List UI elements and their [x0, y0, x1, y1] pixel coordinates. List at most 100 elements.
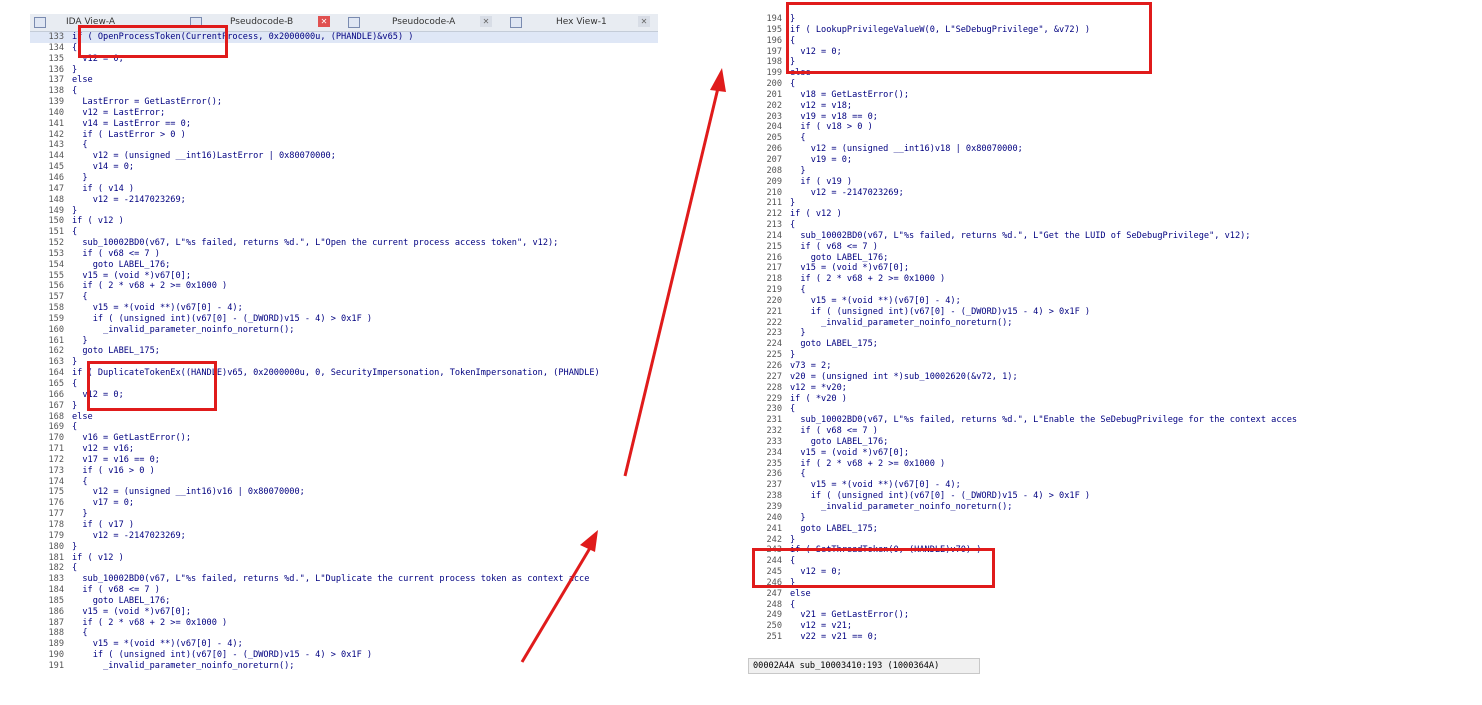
- code-line[interactable]: 202 v12 = v18;: [748, 101, 1333, 112]
- code-line[interactable]: 251 v22 = v21 == 0;: [748, 632, 1333, 643]
- code-line[interactable]: 138 {: [30, 86, 658, 97]
- code-line[interactable]: 170 v16 = GetLastError();: [30, 433, 658, 444]
- code-line[interactable]: 208 }: [748, 166, 1333, 177]
- code-line[interactable]: 222 _invalid_parameter_noinfo_noreturn()…: [748, 318, 1333, 329]
- left-pseudocode-pane[interactable]: IDA View-A Pseudocode-B ✕ Pseudocode-A ✕…: [30, 14, 658, 676]
- code-line[interactable]: 211}: [748, 198, 1333, 209]
- code-line[interactable]: 204 if ( v18 > 0 ): [748, 122, 1333, 133]
- code-line[interactable]: 150 if ( v12 ): [30, 216, 658, 227]
- code-line[interactable]: 179 v12 = -2147023269;: [30, 531, 658, 542]
- close-tab-icon[interactable]: ✕: [480, 16, 492, 27]
- code-line[interactable]: 160 _invalid_parameter_noinfo_noreturn()…: [30, 325, 658, 336]
- tab-pseudocode-b[interactable]: Pseudocode-B: [230, 17, 293, 27]
- code-line[interactable]: 139 LastError = GetLastError();: [30, 97, 658, 108]
- code-line[interactable]: 233 goto LABEL_176;: [748, 437, 1333, 448]
- code-line[interactable]: 226 v73 = 2;: [748, 361, 1333, 372]
- code-line[interactable]: 153 if ( v68 <= 7 ): [30, 249, 658, 260]
- code-line[interactable]: 217 v15 = (void *)v67[0];: [748, 263, 1333, 274]
- code-line[interactable]: 169 {: [30, 422, 658, 433]
- tab-pseudocode-a[interactable]: Pseudocode-A: [392, 17, 455, 27]
- code-line[interactable]: 147 if ( v14 ): [30, 184, 658, 195]
- code-line[interactable]: 185 goto LABEL_176;: [30, 596, 658, 607]
- code-line[interactable]: 154 goto LABEL_176;: [30, 260, 658, 271]
- code-line[interactable]: 140 v12 = LastError;: [30, 108, 658, 119]
- code-line[interactable]: 250 v12 = v21;: [748, 621, 1333, 632]
- tab-hex-view[interactable]: Hex View-1: [556, 17, 607, 27]
- code-line[interactable]: 242}: [748, 535, 1333, 546]
- code-line[interactable]: 220 v15 = *(void **)(v67[0] - 4);: [748, 296, 1333, 307]
- code-line[interactable]: 216 goto LABEL_176;: [748, 253, 1333, 264]
- code-line[interactable]: 241 goto LABEL_175;: [748, 524, 1333, 535]
- code-line[interactable]: 247 else: [748, 589, 1333, 600]
- code-line[interactable]: 181 if ( v12 ): [30, 553, 658, 564]
- code-line[interactable]: 172 v17 = v16 == 0;: [30, 455, 658, 466]
- code-line[interactable]: 141 v14 = LastError == 0;: [30, 119, 658, 130]
- code-line[interactable]: 213 {: [748, 220, 1333, 231]
- code-line[interactable]: 189 v15 = *(void **)(v67[0] - 4);: [30, 639, 658, 650]
- code-line[interactable]: 178 if ( v17 ): [30, 520, 658, 531]
- code-line[interactable]: 191 _invalid_parameter_noinfo_noreturn()…: [30, 661, 658, 672]
- code-line[interactable]: 232 if ( v68 <= 7 ): [748, 426, 1333, 437]
- code-line[interactable]: 248 {: [748, 600, 1333, 611]
- code-line[interactable]: 161 }: [30, 336, 658, 347]
- code-line[interactable]: 207 v19 = 0;: [748, 155, 1333, 166]
- code-line[interactable]: 156 if ( 2 * v68 + 2 >= 0x1000 ): [30, 281, 658, 292]
- code-line[interactable]: 235 if ( 2 * v68 + 2 >= 0x1000 ): [748, 459, 1333, 470]
- code-line[interactable]: 183 sub_10002BD0(v67, L"%s failed, retur…: [30, 574, 658, 585]
- code-line[interactable]: 236 {: [748, 469, 1333, 480]
- code-line[interactable]: 180}: [30, 542, 658, 553]
- code-line[interactable]: 231 sub_10002BD0(v67, L"%s failed, retur…: [748, 415, 1333, 426]
- code-line[interactable]: 176 v17 = 0;: [30, 498, 658, 509]
- code-line[interactable]: 136}: [30, 65, 658, 76]
- code-line[interactable]: 186 v15 = (void *)v67[0];: [30, 607, 658, 618]
- code-line[interactable]: 228 v12 = *v20;: [748, 383, 1333, 394]
- code-line[interactable]: 152 sub_10002BD0(v67, L"%s failed, retur…: [30, 238, 658, 249]
- code-line[interactable]: 159 if ( (unsigned int)(v67[0] - (_DWORD…: [30, 314, 658, 325]
- code-line[interactable]: 157 {: [30, 292, 658, 303]
- code-line[interactable]: 214 sub_10002BD0(v67, L"%s failed, retur…: [748, 231, 1333, 242]
- code-line[interactable]: 149}: [30, 206, 658, 217]
- code-line[interactable]: 206 v12 = (unsigned __int16)v18 | 0x8007…: [748, 144, 1333, 155]
- code-line[interactable]: 249 v21 = GetLastError();: [748, 610, 1333, 621]
- code-line[interactable]: 221 if ( (unsigned int)(v67[0] - (_DWORD…: [748, 307, 1333, 318]
- code-line[interactable]: 227 v20 = (unsigned int *)sub_10002620(&v…: [748, 372, 1333, 383]
- code-line[interactable]: 219 {: [748, 285, 1333, 296]
- code-line[interactable]: 143 {: [30, 140, 658, 151]
- code-line[interactable]: 151 {: [30, 227, 658, 238]
- code-line[interactable]: 155 v15 = (void *)v67[0];: [30, 271, 658, 282]
- code-line[interactable]: 240 }: [748, 513, 1333, 524]
- code-line[interactable]: 223 }: [748, 328, 1333, 339]
- code-line[interactable]: 137 else: [30, 75, 658, 86]
- code-line[interactable]: 182 {: [30, 563, 658, 574]
- code-line[interactable]: 171 v12 = v16;: [30, 444, 658, 455]
- code-line[interactable]: 144 v12 = (unsigned __int16)LastError | …: [30, 151, 658, 162]
- code-line[interactable]: 173 if ( v16 > 0 ): [30, 466, 658, 477]
- code-line[interactable]: 215 if ( v68 <= 7 ): [748, 242, 1333, 253]
- code-line[interactable]: 187 if ( 2 * v68 + 2 >= 0x1000 ): [30, 618, 658, 629]
- code-line[interactable]: 224 goto LABEL_175;: [748, 339, 1333, 350]
- code-line[interactable]: 174 {: [30, 477, 658, 488]
- code-line[interactable]: 168 else: [30, 412, 658, 423]
- close-tab-icon[interactable]: ✕: [318, 16, 330, 27]
- code-line[interactable]: 158 v15 = *(void **)(v67[0] - 4);: [30, 303, 658, 314]
- code-line[interactable]: 201 v18 = GetLastError();: [748, 90, 1333, 101]
- code-line[interactable]: 239 _invalid_parameter_noinfo_noreturn()…: [748, 502, 1333, 513]
- code-line[interactable]: 146 }: [30, 173, 658, 184]
- code-line[interactable]: 188 {: [30, 628, 658, 639]
- code-line[interactable]: 229 if ( *v20 ): [748, 394, 1333, 405]
- code-line[interactable]: 177 }: [30, 509, 658, 520]
- code-listing[interactable]: 133 if ( OpenProcessToken(CurrentProcess,…: [30, 32, 658, 672]
- code-line[interactable]: 212 if ( v12 ): [748, 209, 1333, 220]
- code-line[interactable]: 184 if ( v68 <= 7 ): [30, 585, 658, 596]
- code-line[interactable]: 225}: [748, 350, 1333, 361]
- code-line[interactable]: 162 goto LABEL_175;: [30, 346, 658, 357]
- code-line[interactable]: 142 if ( LastError > 0 ): [30, 130, 658, 141]
- code-line[interactable]: 203 v19 = v18 == 0;: [748, 112, 1333, 123]
- code-line[interactable]: 145 v14 = 0;: [30, 162, 658, 173]
- code-line[interactable]: 190 if ( (unsigned int)(v67[0] - (_DWORD…: [30, 650, 658, 661]
- close-tab-icon[interactable]: ✕: [638, 16, 650, 27]
- code-line[interactable]: 205 {: [748, 133, 1333, 144]
- code-line[interactable]: 230 {: [748, 404, 1333, 415]
- code-line[interactable]: 234 v15 = (void *)v67[0];: [748, 448, 1333, 459]
- code-line[interactable]: 200 {: [748, 79, 1333, 90]
